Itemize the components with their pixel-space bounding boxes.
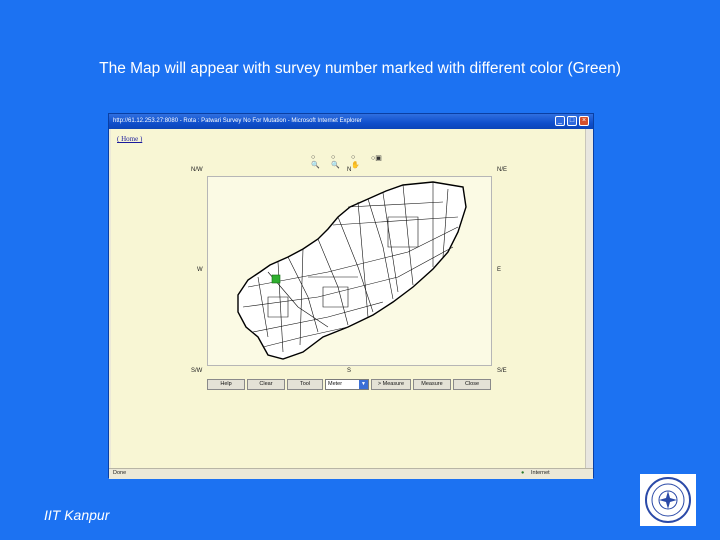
close-button[interactable]: Close	[453, 379, 491, 390]
units-select-value: Meter	[328, 381, 343, 387]
home-link[interactable]: ( Home )	[117, 135, 142, 143]
status-done: Done	[113, 470, 127, 476]
map-frame[interactable]	[207, 176, 492, 366]
map-button-bar: Help Clear Tool Meter ▼ > Measure Measur…	[207, 379, 497, 391]
direction-w: W	[197, 267, 203, 273]
direction-s: S	[347, 368, 352, 374]
globe-icon: ●	[521, 470, 525, 476]
direction-nw: N/W	[191, 167, 203, 173]
status-bar: Done ● Internet	[109, 468, 593, 479]
clear-button[interactable]: Clear	[247, 379, 285, 390]
direction-se: S/E	[497, 368, 507, 374]
chevron-down-icon: ▼	[359, 380, 368, 389]
pan-icon[interactable]: ○✋	[351, 154, 360, 169]
zoom-out-icon[interactable]: ○🔍	[331, 154, 340, 169]
tool-button[interactable]: Tool	[287, 379, 323, 390]
units-select[interactable]: Meter ▼	[325, 379, 369, 390]
window-titlebar: http://61.12.253.27:8080 - Rota : Patwar…	[109, 114, 593, 129]
direction-ne: N/E	[497, 167, 508, 173]
direction-sw: S/W	[191, 368, 203, 374]
village-parcels-outline	[237, 181, 467, 360]
maximize-button[interactable]: □	[567, 116, 577, 126]
page-content: ( Home ) ○🔍 ○🔍 ○✋ ○▣ N/W N N/E W E S/W S…	[111, 129, 591, 469]
footer-label: IIT Kanpur	[44, 507, 110, 523]
zoom-in-icon[interactable]: ○🔍	[311, 154, 320, 169]
direction-e: E	[497, 267, 502, 273]
status-zone: Internet	[531, 470, 550, 476]
help-button[interactable]: Help	[207, 379, 245, 390]
vertical-scrollbar[interactable]	[585, 129, 593, 468]
direction-n: N	[347, 167, 352, 173]
minimize-button[interactable]: _	[555, 116, 565, 126]
browser-window: http://61.12.253.27:8080 - Rota : Patwar…	[108, 113, 594, 479]
slide-caption: The Map will appear with survey number m…	[99, 60, 621, 77]
cadastral-map	[237, 181, 467, 360]
window-title: http://61.12.253.27:8080 - Rota : Patwar…	[113, 118, 362, 124]
full-extent-icon[interactable]: ○▣	[371, 154, 382, 162]
measure-button[interactable]: > Measure	[371, 379, 411, 390]
measure-2-button[interactable]: Measure	[413, 379, 451, 390]
institute-seal-icon	[640, 474, 696, 526]
highlighted-survey-parcel	[271, 274, 281, 284]
close-window-button[interactable]: ×	[579, 116, 589, 126]
